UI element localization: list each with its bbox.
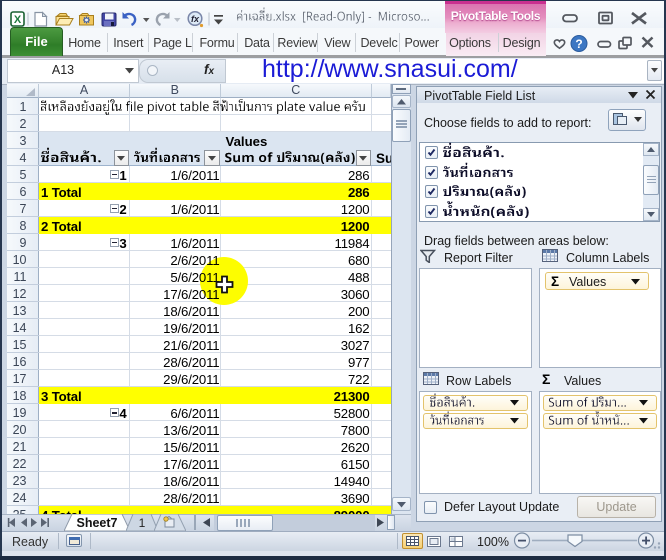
svg-text:fx: fx [191,14,200,24]
svg-text:?: ? [575,37,582,51]
svg-text:X: X [14,14,22,26]
